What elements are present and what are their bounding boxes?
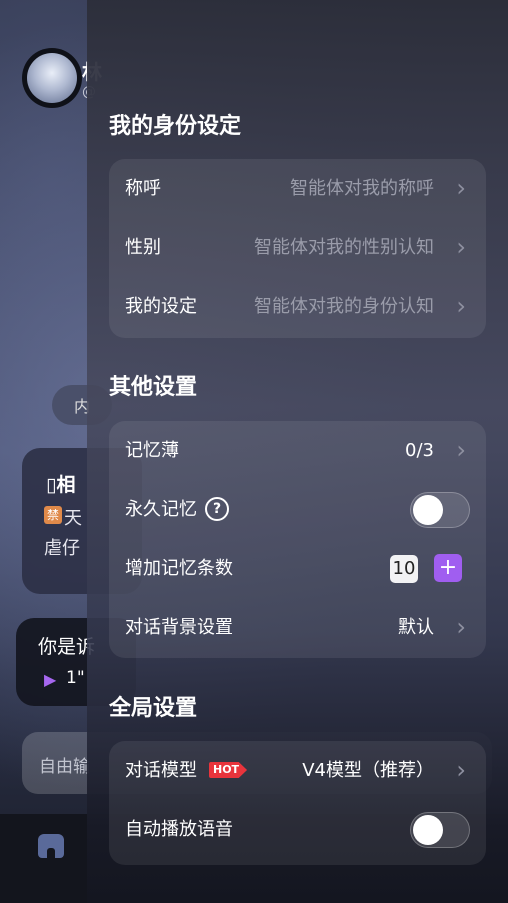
- chevron-right-icon: ›: [456, 756, 466, 784]
- home-icon[interactable]: [38, 834, 64, 858]
- gender-row[interactable]: 性别 智能体对我的性别认知 ›: [109, 218, 486, 277]
- permanent-memory-label: 永久记忆?: [125, 480, 229, 539]
- intro-card-line2: 虐仔: [44, 538, 80, 559]
- toggle-knob: [413, 815, 443, 845]
- autoplay-voice-row: 自动播放语音: [109, 800, 486, 859]
- nickname-row[interactable]: 称呼 智能体对我的称呼 ›: [109, 159, 486, 218]
- gender-label: 性别: [125, 237, 161, 258]
- chevron-right-icon: ›: [456, 174, 466, 202]
- add-memory-button[interactable]: +: [434, 554, 462, 582]
- memory-count-value: 10: [390, 555, 418, 583]
- toggle-knob: [413, 495, 443, 525]
- global-section-title: 全局设置: [109, 696, 198, 721]
- intro-card-title: ▯相: [46, 474, 76, 496]
- autoplay-voice-toggle[interactable]: [410, 812, 470, 848]
- my-persona-label: 我的设定: [125, 296, 197, 317]
- chat-background-value: 默认: [398, 617, 434, 638]
- memory-book-label: 记忆薄: [125, 440, 179, 461]
- chevron-right-icon: ›: [456, 436, 466, 464]
- settings-drawer: 我的身份设定 称呼 智能体对我的称呼 › 性别 智能体对我的性别认知 › 我的设…: [87, 0, 508, 903]
- identity-section-title: 我的身份设定: [109, 114, 242, 139]
- agent-avatar[interactable]: [22, 48, 82, 108]
- other-panel: 记忆薄 0/3 › 永久记忆? 增加记忆条数 10 + 对话背景设置 默认 ›: [109, 421, 486, 658]
- chevron-right-icon: ›: [456, 292, 466, 320]
- chat-input-placeholder: 自由输: [39, 757, 90, 777]
- gender-hint: 智能体对我的性别认知: [254, 237, 434, 258]
- memory-book-row[interactable]: 记忆薄 0/3 ›: [109, 421, 486, 480]
- help-icon[interactable]: ?: [205, 496, 229, 521]
- autoplay-voice-label: 自动播放语音: [125, 819, 233, 840]
- identity-panel: 称呼 智能体对我的称呼 › 性别 智能体对我的性别认知 › 我的设定 智能体对我…: [109, 159, 486, 338]
- add-memory-label: 增加记忆条数: [125, 558, 233, 579]
- forbidden-badge: 禁: [44, 506, 62, 524]
- nickname-hint: 智能体对我的称呼: [290, 178, 434, 199]
- chat-model-row[interactable]: 对话模型 HOT V4模型（推荐） ›: [109, 741, 486, 800]
- global-panel: 对话模型 HOT V4模型（推荐） › 自动播放语音: [109, 741, 486, 865]
- permanent-memory-row: 永久记忆?: [109, 480, 486, 539]
- intro-card-line1: 天: [64, 508, 82, 529]
- my-persona-row[interactable]: 我的设定 智能体对我的身份认知 ›: [109, 277, 486, 336]
- permanent-memory-toggle[interactable]: [410, 492, 470, 528]
- chat-model-value: V4模型（推荐）: [302, 760, 434, 781]
- avatar-image: [27, 53, 77, 103]
- play-icon[interactable]: ▶: [44, 670, 56, 689]
- chevron-right-icon: ›: [456, 613, 466, 641]
- add-memory-row: 增加记忆条数 10 +: [109, 539, 486, 598]
- nickname-label: 称呼: [125, 178, 161, 199]
- chat-background-row[interactable]: 对话背景设置 默认 ›: [109, 598, 486, 657]
- my-persona-hint: 智能体对我的身份认知: [254, 296, 434, 317]
- hot-badge: HOT: [209, 762, 248, 778]
- memory-book-count: 0/3: [405, 440, 434, 461]
- chat-background-label: 对话背景设置: [125, 617, 233, 638]
- voice-duration: 1": [66, 668, 85, 688]
- other-section-title: 其他设置: [109, 375, 198, 400]
- chevron-right-icon: ›: [456, 233, 466, 261]
- chat-model-label: 对话模型: [125, 760, 197, 781]
